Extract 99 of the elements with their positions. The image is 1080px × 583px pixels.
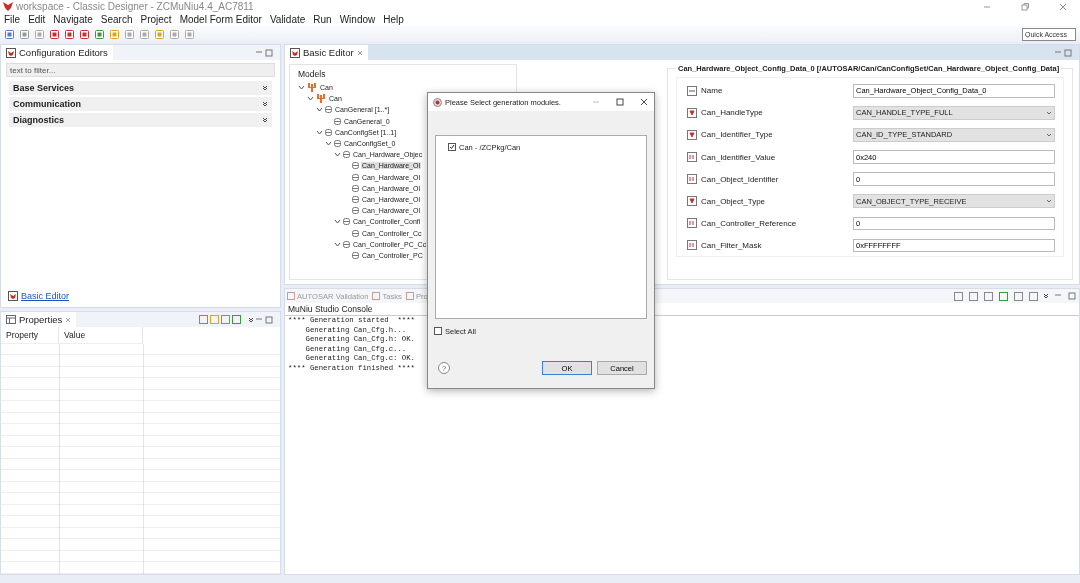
enum-type-icon <box>687 107 697 118</box>
section-header[interactable]: Communication <box>9 97 272 111</box>
toolbar-icon[interactable] <box>968 290 979 302</box>
toolbar-icon[interactable] <box>198 314 209 325</box>
editor-icon <box>8 291 18 301</box>
toolbar-icon[interactable] <box>184 28 195 40</box>
toolbar-icon[interactable] <box>983 290 994 302</box>
maximize-icon[interactable] <box>615 97 625 107</box>
toolbar-icon[interactable] <box>79 28 90 40</box>
basic-editor-link[interactable]: Basic Editor <box>21 291 70 301</box>
check-icon <box>449 144 455 150</box>
window-title: workspace - Classic Designer - ZCMuNiu4.4_AC7811 <box>16 1 254 12</box>
filter-field[interactable]: text to filter... <box>6 63 275 77</box>
toolbar-icon[interactable] <box>4 28 15 40</box>
expand-icon <box>262 101 268 107</box>
toolbar-icon[interactable] <box>231 314 242 325</box>
view-icon <box>405 292 414 300</box>
toolbar-icon[interactable] <box>1013 290 1024 302</box>
close-icon[interactable] <box>639 97 649 107</box>
panel-tab[interactable]: Configuration Editors <box>1 45 113 60</box>
menu-item[interactable]: Search <box>100 14 133 25</box>
editor-tab[interactable]: Basic Editor <box>285 45 368 60</box>
container-icon <box>325 106 332 114</box>
container-icon <box>352 251 359 259</box>
number-type-icon <box>687 174 697 185</box>
view-icon <box>372 292 381 300</box>
editor-icon <box>290 47 300 58</box>
menu-item[interactable]: Run <box>313 14 332 25</box>
container-icon <box>343 240 350 248</box>
menu-item[interactable]: Navigate <box>53 14 93 25</box>
column-header: Value <box>59 327 143 344</box>
module-icon <box>316 94 326 104</box>
expand-icon <box>262 85 268 91</box>
field-label: Name <box>701 86 724 96</box>
container-icon <box>343 151 350 159</box>
maximize-icon[interactable] <box>1063 47 1073 58</box>
name-type-icon <box>687 85 697 96</box>
toolbar-icon[interactable] <box>998 290 1009 302</box>
number-type-icon <box>687 218 697 229</box>
field-label: Can_Object_Identifier <box>701 174 780 184</box>
container-icon <box>352 173 359 181</box>
container-icon <box>334 117 341 125</box>
menu-item[interactable]: Edit <box>28 14 46 25</box>
toolbar-icon[interactable] <box>154 28 165 40</box>
toolbar-icon[interactable] <box>169 28 180 40</box>
toolbar-icon[interactable] <box>124 28 135 40</box>
toolbar-icon[interactable] <box>953 290 964 302</box>
field-label: Can_Object_Type <box>701 196 767 206</box>
field-label: Can_Filter_Mask <box>701 240 763 250</box>
number-type-icon <box>687 152 697 163</box>
menu-item[interactable]: Validate <box>269 14 306 25</box>
field-label: Can_Identifier_Type <box>701 130 774 140</box>
editor-icon <box>6 47 16 58</box>
module-icon <box>307 83 317 93</box>
field-label: Can_HandleType <box>701 108 764 118</box>
app-logo <box>3 2 13 11</box>
section-header[interactable]: Diagnostics <box>9 113 272 127</box>
toolbar-icon[interactable] <box>1028 290 1039 302</box>
dialog-icon <box>433 97 442 107</box>
container-icon <box>352 195 359 203</box>
table-icon <box>6 315 16 324</box>
maximize-icon[interactable] <box>264 314 274 325</box>
toolbar-icon[interactable] <box>64 28 75 40</box>
column-header: Property <box>1 327 59 344</box>
chevron-down-icon <box>248 316 254 323</box>
toolbar-icon[interactable] <box>220 314 231 325</box>
chevron-down-icon <box>1043 293 1049 299</box>
restore-icon[interactable] <box>1020 1 1030 12</box>
toolbar-icon[interactable] <box>49 28 60 40</box>
enum-type-icon <box>687 129 697 140</box>
field-label: Can_Identifier_Value <box>701 152 777 162</box>
menu-item[interactable]: File <box>4 14 21 25</box>
expand-icon <box>262 117 268 123</box>
menu-item[interactable]: Model Form Editor <box>179 14 262 25</box>
container-icon <box>352 184 359 192</box>
menu-item[interactable]: Help <box>383 14 404 25</box>
field-label: Can_Controller_Reference <box>701 218 798 228</box>
maximize-icon[interactable] <box>1067 291 1077 301</box>
container-icon <box>343 218 350 226</box>
toolbar-icon[interactable] <box>94 28 105 40</box>
number-type-icon <box>687 240 697 251</box>
container-icon <box>352 229 359 237</box>
menu-item[interactable]: Project <box>140 14 172 25</box>
toolbar-icon[interactable] <box>34 28 45 40</box>
menu-item[interactable]: Window <box>339 14 376 25</box>
container-icon <box>352 162 359 170</box>
help-button[interactable]: ? <box>438 362 450 374</box>
section-header[interactable]: Base Services <box>9 81 272 95</box>
view-icon <box>287 292 295 300</box>
maximize-icon[interactable] <box>264 47 274 58</box>
enum-type-icon <box>687 196 697 207</box>
toolbar-icon[interactable] <box>139 28 150 40</box>
container-icon <box>352 207 359 215</box>
toolbar-icon[interactable] <box>19 28 30 40</box>
tree-title: Models <box>298 69 327 79</box>
container-icon <box>325 128 332 136</box>
panel-tab[interactable]: Properties <box>1 312 77 327</box>
container-icon <box>334 140 341 148</box>
toolbar-icon[interactable] <box>109 28 120 40</box>
